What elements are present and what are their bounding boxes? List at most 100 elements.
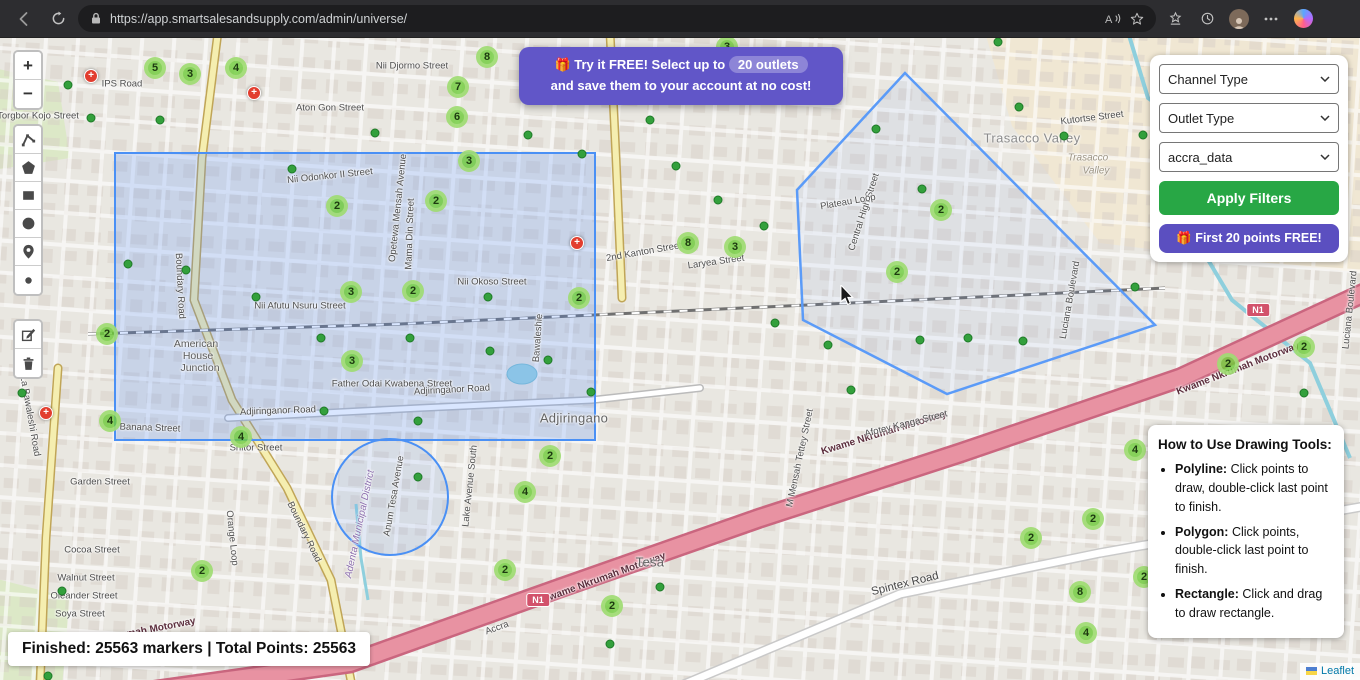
cluster-marker[interactable]: 4	[1075, 622, 1097, 644]
map[interactable]: Kwame Nkrumah MotorwayKwame Nkrumah Moto…	[0, 38, 1360, 680]
outlet-marker[interactable]	[1019, 337, 1028, 346]
outlet-marker[interactable]	[994, 38, 1003, 47]
outlet-marker[interactable]	[646, 116, 655, 125]
outlet-marker[interactable]	[578, 150, 587, 159]
outlet-marker[interactable]	[918, 185, 927, 194]
outlet-marker[interactable]	[916, 336, 925, 345]
outlet-marker[interactable]	[87, 114, 96, 123]
outlet-marker[interactable]	[847, 386, 856, 395]
cluster-marker[interactable]: 4	[99, 410, 121, 432]
leaflet-link[interactable]: Leaflet	[1321, 665, 1354, 677]
zoom-out-button[interactable]: −	[15, 80, 41, 108]
outlet-marker[interactable]	[252, 293, 261, 302]
channel-type-select[interactable]: Channel Type	[1159, 64, 1339, 94]
cluster-marker[interactable]: 2	[568, 287, 590, 309]
cluster-marker[interactable]: 4	[1124, 439, 1146, 461]
cluster-marker[interactable]: 5	[144, 57, 166, 79]
outlet-marker[interactable]	[1131, 283, 1140, 292]
draw-polyline-button[interactable]	[15, 126, 41, 154]
settings-ellipsis-icon[interactable]	[1258, 6, 1284, 32]
cluster-marker[interactable]: 2	[402, 280, 424, 302]
draw-marker-button[interactable]	[15, 238, 41, 266]
edit-layers-button[interactable]	[15, 321, 41, 349]
cluster-marker[interactable]: 4	[230, 426, 252, 448]
cluster-marker[interactable]: 8	[476, 46, 498, 68]
outlet-marker[interactable]	[320, 407, 329, 416]
delete-layers-button[interactable]	[15, 349, 41, 377]
outlet-marker[interactable]	[872, 125, 881, 134]
outlet-marker[interactable]	[414, 473, 423, 482]
apply-filters-button[interactable]: Apply Filters	[1159, 181, 1339, 215]
address-bar[interactable]: https://app.smartsalesandsupply.com/admi…	[78, 5, 1156, 32]
draw-circlemarker-button[interactable]	[15, 266, 41, 294]
refresh-button[interactable]	[44, 5, 72, 33]
outlet-marker[interactable]	[544, 356, 553, 365]
outlet-marker[interactable]	[288, 165, 297, 174]
favorites-hub-icon[interactable]	[1162, 6, 1188, 32]
url-text[interactable]: https://app.smartsalesandsupply.com/admi…	[110, 12, 1097, 26]
outlet-marker[interactable]	[124, 260, 133, 269]
site-info-lock-icon[interactable]	[90, 12, 102, 25]
cluster-marker[interactable]: 2	[96, 323, 118, 345]
cluster-marker[interactable]: 3	[179, 63, 201, 85]
profile-avatar[interactable]	[1226, 6, 1252, 32]
cluster-marker[interactable]: 3	[724, 236, 746, 258]
cluster-marker[interactable]: 2	[886, 261, 908, 283]
cluster-marker[interactable]: 4	[514, 481, 536, 503]
cluster-marker[interactable]: 8	[677, 232, 699, 254]
favorite-star-icon[interactable]	[1130, 12, 1144, 26]
cluster-marker[interactable]: 2	[494, 559, 516, 581]
outlet-marker[interactable]	[656, 583, 665, 592]
outlet-marker[interactable]	[1300, 389, 1309, 398]
history-icon[interactable]	[1194, 6, 1220, 32]
draw-circle-button[interactable]	[15, 210, 41, 238]
cluster-marker[interactable]: 3	[458, 150, 480, 172]
read-aloud-icon[interactable]: A	[1105, 12, 1122, 25]
cluster-marker[interactable]: 8	[1069, 581, 1091, 603]
cluster-marker[interactable]: 2	[1217, 353, 1239, 375]
red-plus-marker[interactable]: +	[84, 69, 98, 83]
outlet-marker[interactable]	[606, 640, 615, 649]
cluster-marker[interactable]: 2	[1082, 508, 1104, 530]
outlet-marker[interactable]	[484, 293, 493, 302]
outlet-type-select[interactable]: Outlet Type	[1159, 103, 1339, 133]
cluster-marker[interactable]: 2	[425, 190, 447, 212]
outlet-marker[interactable]	[182, 266, 191, 275]
outlet-marker[interactable]	[524, 131, 533, 140]
outlet-marker[interactable]	[64, 81, 73, 90]
outlet-marker[interactable]	[1015, 103, 1024, 112]
cluster-marker[interactable]: 2	[1020, 527, 1042, 549]
cluster-marker[interactable]: 2	[601, 595, 623, 617]
outlet-marker[interactable]	[44, 672, 53, 680]
cluster-marker[interactable]: 3	[340, 281, 362, 303]
cluster-marker[interactable]: 2	[326, 195, 348, 217]
back-button[interactable]	[10, 5, 38, 33]
outlet-marker[interactable]	[714, 196, 723, 205]
draw-rectangle-button[interactable]	[15, 182, 41, 210]
outlet-marker[interactable]	[58, 587, 67, 596]
cluster-marker[interactable]: 2	[191, 560, 213, 582]
cluster-marker[interactable]: 7	[447, 76, 469, 98]
draw-polygon-button[interactable]	[15, 154, 41, 182]
cluster-marker[interactable]: 2	[930, 199, 952, 221]
outlet-marker[interactable]	[1139, 131, 1148, 140]
outlet-marker[interactable]	[414, 417, 423, 426]
outlet-marker[interactable]	[964, 334, 973, 343]
outlet-marker[interactable]	[672, 162, 681, 171]
outlet-marker[interactable]	[824, 341, 833, 350]
outlet-marker[interactable]	[18, 389, 27, 398]
cluster-marker[interactable]: 2	[539, 445, 561, 467]
outlet-marker[interactable]	[156, 116, 165, 125]
red-plus-marker[interactable]: +	[247, 86, 261, 100]
outlet-marker[interactable]	[771, 319, 780, 328]
outlet-marker[interactable]	[587, 388, 596, 397]
cluster-marker[interactable]: 3	[341, 350, 363, 372]
red-plus-marker[interactable]: +	[39, 406, 53, 420]
free-points-button[interactable]: 🎁 First 20 points FREE!	[1159, 224, 1339, 253]
outlet-marker[interactable]	[317, 334, 326, 343]
zoom-in-button[interactable]: +	[15, 52, 41, 80]
cluster-marker[interactable]: 4	[225, 57, 247, 79]
dataset-select[interactable]: accra_data	[1159, 142, 1339, 172]
cluster-marker[interactable]: 2	[1293, 336, 1315, 358]
outlet-marker[interactable]	[406, 334, 415, 343]
